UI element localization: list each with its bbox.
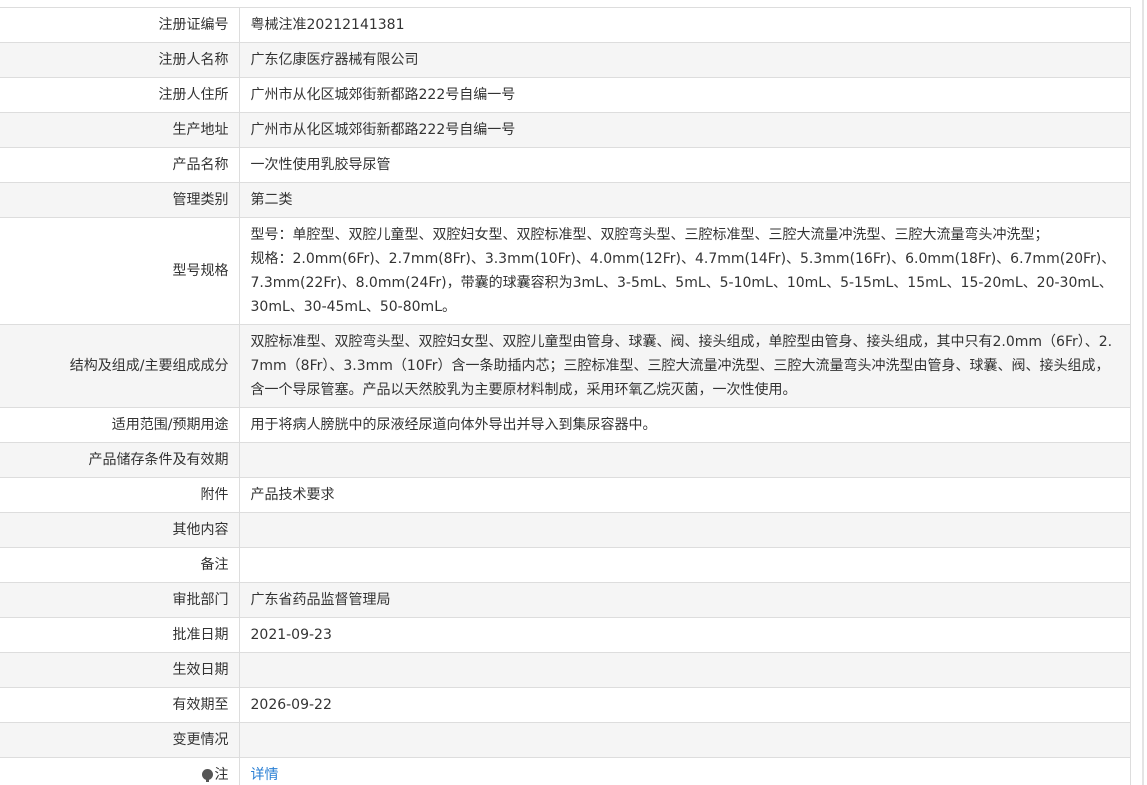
table-row: 变更情况 [0, 722, 1131, 758]
vertical-scrollbar[interactable] [1133, 0, 1147, 785]
field-value: 广州市从化区城郊街新都路222号自编一号 [239, 77, 1131, 113]
field-label: 生效日期 [0, 652, 240, 688]
field-value: 型号：单腔型、双腔儿童型、双腔妇女型、双腔标准型、双腔弯头型、三腔标准型、三腔大… [239, 217, 1131, 325]
field-label: 备注 [0, 547, 240, 583]
field-value [239, 547, 1131, 583]
field-value [239, 512, 1131, 548]
field-label: 产品储存条件及有效期 [0, 442, 240, 478]
table-row: 注册人住所 广州市从化区城郊街新都路222号自编一号 [0, 77, 1131, 113]
details-link[interactable]: 详情 [251, 767, 279, 783]
field-value: 2021-09-23 [239, 617, 1131, 653]
field-value: 第二类 [239, 182, 1131, 218]
table-row: 审批部门 广东省药品监督管理局 [0, 582, 1131, 618]
field-value: 2026-09-22 [239, 687, 1131, 723]
field-value: 双腔标准型、双腔弯头型、双腔妇女型、双腔儿童型由管身、球囊、阀、接头组成，单腔型… [239, 324, 1131, 408]
field-label: 注 [214, 767, 229, 783]
table-row: 注册证编号 粤械注准20212141381 [0, 7, 1131, 43]
field-value [239, 442, 1131, 478]
table-row: 其他内容 [0, 512, 1131, 548]
table-row: 生产地址 广州市从化区城郊街新都路222号自编一号 [0, 112, 1131, 148]
lightbulb-icon [201, 769, 213, 782]
field-label: 结构及组成/主要组成成分 [0, 324, 240, 408]
field-label: 注册人名称 [0, 42, 240, 78]
table-row: 管理类别 第二类 [0, 182, 1131, 218]
field-label: 管理类别 [0, 182, 240, 218]
spec-line: 规格：2.0mm(6Fr)、2.7mm(8Fr)、3.3mm(10Fr)、4.0… [250, 251, 1116, 315]
note-label: 注 [0, 757, 240, 785]
field-label: 产品名称 [0, 147, 240, 183]
field-value: 产品技术要求 [239, 477, 1131, 513]
model-line: 型号：单腔型、双腔儿童型、双腔妇女型、双腔标准型、双腔弯头型、三腔标准型、三腔大… [250, 227, 1049, 243]
field-label: 变更情况 [0, 722, 240, 758]
table-row: 注册人名称 广东亿康医疗器械有限公司 [0, 42, 1131, 78]
table-row: 批准日期 2021-09-23 [0, 617, 1131, 653]
table-row: 备注 [0, 547, 1131, 583]
field-label: 适用范围/预期用途 [0, 407, 240, 443]
table-row: 产品储存条件及有效期 [0, 442, 1131, 478]
field-label: 附件 [0, 477, 240, 513]
field-label: 注册证编号 [0, 7, 240, 43]
field-label: 审批部门 [0, 582, 240, 618]
table-row: 适用范围/预期用途 用于将病人膀胱中的尿液经尿道向体外导出并导入到集尿容器中。 [0, 407, 1131, 443]
field-value: 广东亿康医疗器械有限公司 [239, 42, 1131, 78]
table-row: 结构及组成/主要组成成分 双腔标准型、双腔弯头型、双腔妇女型、双腔儿童型由管身、… [0, 324, 1131, 408]
table-row: 生效日期 [0, 652, 1131, 688]
scrollbar-track [1142, 0, 1144, 785]
registration-detail-page: 注册证编号 粤械注准20212141381 注册人名称 广东亿康医疗器械有限公司… [0, 0, 1147, 785]
field-value: 用于将病人膀胱中的尿液经尿道向体外导出并导入到集尿容器中。 [239, 407, 1131, 443]
field-value: 一次性使用乳胶导尿管 [239, 147, 1131, 183]
field-label: 批准日期 [0, 617, 240, 653]
table-row: 附件 产品技术要求 [0, 477, 1131, 513]
field-label: 生产地址 [0, 112, 240, 148]
field-label: 有效期至 [0, 687, 240, 723]
field-label: 其他内容 [0, 512, 240, 548]
table-row: 注 详情 [0, 757, 1131, 785]
field-value: 广东省药品监督管理局 [239, 582, 1131, 618]
table-row: 有效期至 2026-09-22 [0, 687, 1131, 723]
table-row: 产品名称 一次性使用乳胶导尿管 [0, 147, 1131, 183]
field-label: 注册人住所 [0, 77, 240, 113]
field-value [239, 652, 1131, 688]
field-value: 广州市从化区城郊街新都路222号自编一号 [239, 112, 1131, 148]
field-value [239, 722, 1131, 758]
field-value: 详情 [239, 757, 1131, 785]
registration-table: 注册证编号 粤械注准20212141381 注册人名称 广东亿康医疗器械有限公司… [0, 7, 1131, 785]
table-row: 型号规格 型号：单腔型、双腔儿童型、双腔妇女型、双腔标准型、双腔弯头型、三腔标准… [0, 217, 1131, 325]
field-label: 型号规格 [0, 217, 240, 325]
field-value: 粤械注准20212141381 [239, 7, 1131, 43]
